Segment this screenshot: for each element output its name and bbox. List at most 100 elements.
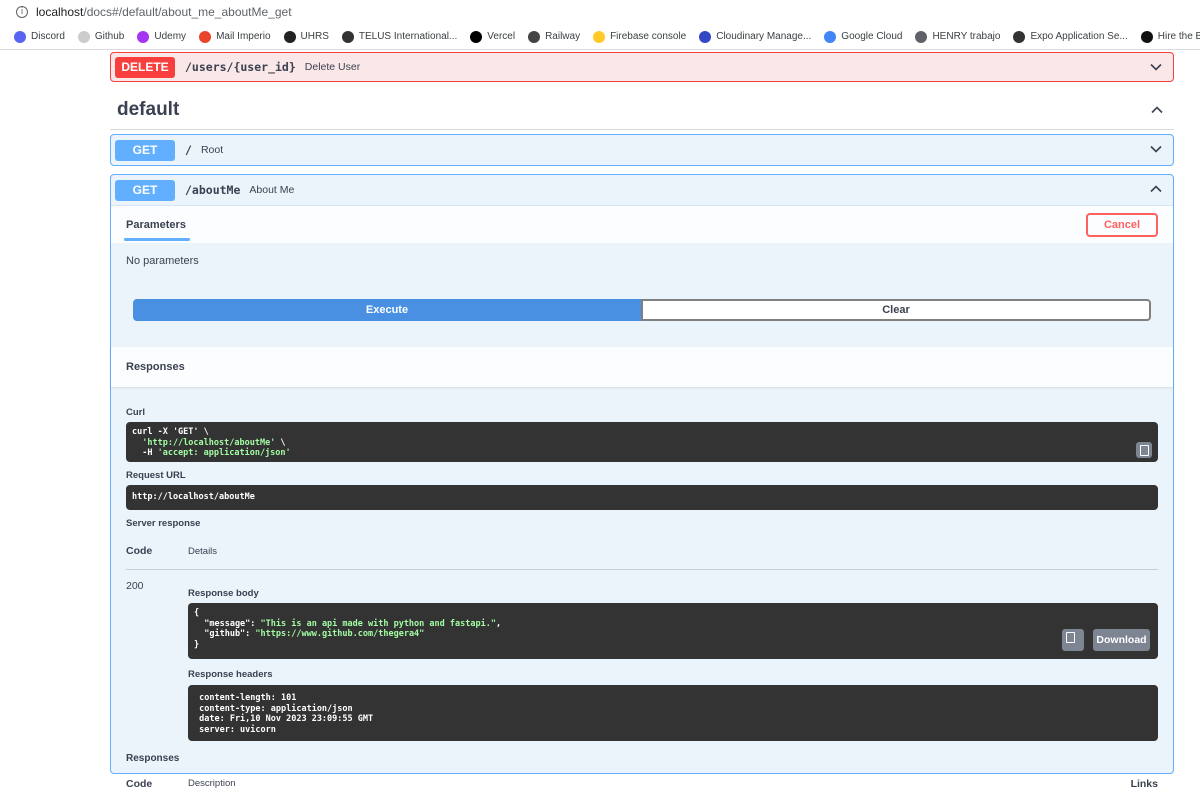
mail-icon xyxy=(199,30,212,43)
bookmark-item[interactable]: Hire the Best LATA... xyxy=(1140,30,1200,43)
bookmark-item[interactable]: Expo Application Se... xyxy=(1013,30,1128,43)
discord-icon xyxy=(14,30,26,43)
curl-label: Curl xyxy=(126,407,145,418)
bookmark-label: Hire the Best LATA... xyxy=(1157,31,1200,42)
code-line: date: Fri,10 Nov 2023 23:09:55 GMT xyxy=(194,714,379,724)
hire-icon xyxy=(1140,30,1153,43)
bookmark-label: UHRS xyxy=(300,31,329,42)
code-line: server: uvicorn xyxy=(194,724,281,735)
code-line: "github": "https://www.github.com/theger… xyxy=(194,629,425,639)
response-details: Response body { "message": "This is an a… xyxy=(188,580,1158,741)
links-column-header: Links xyxy=(1130,778,1158,790)
railway-icon xyxy=(528,30,541,43)
api-icon xyxy=(824,30,837,43)
request-url-code: http://localhost/aboutMe xyxy=(126,485,1158,510)
server-response-label: Server response xyxy=(126,518,201,529)
url-host: localhost xyxy=(36,5,84,19)
bookmark-label: TELUS International... xyxy=(358,31,458,42)
uhrs-icon xyxy=(283,30,296,43)
bookmarks-bar: Discord Github Udemy Mail Imperio UHRS TELUS … xyxy=(0,24,1200,50)
copy-icon[interactable] xyxy=(1062,629,1084,651)
chevron-down-icon[interactable] xyxy=(1149,142,1163,156)
bookmark-label: Railway xyxy=(545,31,581,42)
code-line: content-type: application/json xyxy=(194,703,358,714)
code-line: curl -X 'GET' \ xyxy=(132,427,209,437)
opblock-summary[interactable]: GET /aboutMe About Me xyxy=(111,175,1173,205)
endpoint-summary: About Me xyxy=(249,184,295,196)
endpoint-path: /aboutMe xyxy=(185,183,241,197)
code-line: { xyxy=(194,608,200,618)
bookmark-item[interactable]: Vercel xyxy=(470,30,516,43)
github-icon xyxy=(77,30,90,43)
parameters-header: Parameters Cancel xyxy=(111,205,1173,243)
code-column-header: Code xyxy=(126,545,153,557)
bookmark-item[interactable]: Google Cloud xyxy=(824,30,903,43)
method-badge-get: GET xyxy=(115,139,175,161)
download-button[interactable]: Download xyxy=(1093,629,1150,651)
bookmark-item[interactable]: Github xyxy=(77,30,125,43)
details-column-header: Details xyxy=(188,546,218,557)
method-badge-delete: DELETE xyxy=(115,56,175,78)
server-response-table-header: Code Details xyxy=(126,545,1158,570)
udemy-icon xyxy=(137,30,150,43)
tag-section-default[interactable]: default xyxy=(110,90,1174,130)
bookmark-label: Mail Imperio xyxy=(216,31,271,42)
expo-icon xyxy=(1013,30,1026,43)
endpoint-path: /users/{user_id} xyxy=(185,60,296,74)
chevron-up-icon[interactable] xyxy=(1149,182,1163,196)
responses-label: Responses xyxy=(126,753,180,764)
code-column-header: Code xyxy=(126,778,153,790)
clear-button[interactable]: Clear xyxy=(641,299,1151,321)
firebase-icon xyxy=(593,30,606,43)
bookmark-item[interactable]: Cloudinary Manage... xyxy=(699,30,812,43)
bookmark-item[interactable]: Railway xyxy=(528,30,581,43)
response-status-code: 200 xyxy=(126,580,144,592)
cancel-button[interactable]: Cancel xyxy=(1086,212,1158,237)
endpoint-summary: Root xyxy=(200,144,224,156)
opblock-delete-user[interactable]: DELETE /users/{user_id} Delete User xyxy=(110,52,1174,82)
vercel-icon xyxy=(470,30,483,43)
bookmark-item[interactable]: Mail Imperio xyxy=(199,30,271,43)
bookmark-item[interactable]: UHRS xyxy=(283,30,329,43)
opblock-root[interactable]: GET / Root xyxy=(110,134,1174,166)
response-row: 200 Response body { "message": "This is … xyxy=(126,570,1158,741)
responses-table-header: Code Description Links xyxy=(126,778,1158,790)
response-headers-code: content-length: 101 content-type: applic… xyxy=(188,685,1158,741)
tag-title: default xyxy=(117,98,180,120)
endpoint-path: / xyxy=(185,143,192,157)
code-line: 'http://localhost/aboutMe' \ xyxy=(142,437,286,448)
bookmark-label: Vercel xyxy=(487,31,516,42)
description-column-header: Description xyxy=(188,778,236,789)
code-line: -H 'accept: application/json' xyxy=(132,448,291,458)
responses-inner: Curl curl -X 'GET' \ 'http://localhost/a… xyxy=(111,407,1173,790)
execute-button[interactable]: Execute xyxy=(133,299,641,321)
bookmark-label: Expo Application Se... xyxy=(1030,31,1128,42)
search-icon xyxy=(915,30,928,43)
tab-parameters[interactable]: Parameters xyxy=(124,206,190,244)
bookmark-label: HENRY trabajo xyxy=(932,31,1001,42)
code-line: "message": "This is an api made with pyt… xyxy=(194,618,502,629)
chevron-up-icon[interactable] xyxy=(1150,103,1164,117)
responses-header: Responses xyxy=(111,347,1173,387)
bookmark-label: Firebase console xyxy=(610,31,687,42)
chevron-down-icon[interactable] xyxy=(1149,60,1163,74)
opblock-about-me: GET /aboutMe About Me Parameters Cancel … xyxy=(110,174,1174,790)
bookmark-item[interactable]: Firebase console xyxy=(593,30,687,43)
code-line: } xyxy=(194,639,200,650)
bookmark-label: Github xyxy=(94,31,125,42)
bookmark-item[interactable]: Udemy xyxy=(137,30,187,43)
bookmark-label: Discord xyxy=(31,31,65,42)
response-body-code: { "message": "This is an api made with p… xyxy=(188,603,1158,659)
cloudinary-icon xyxy=(699,30,712,43)
address-bar[interactable]: i localhost/docs#/default/about_me_about… xyxy=(0,0,1200,24)
bookmark-label: Cloudinary Manage... xyxy=(716,31,812,42)
bookmark-item[interactable]: TELUS International... xyxy=(341,30,458,43)
bookmark-label: Google Cloud xyxy=(841,31,903,42)
bookmark-label: Udemy xyxy=(154,31,187,42)
copy-icon[interactable] xyxy=(1136,442,1152,458)
bookmark-item[interactable]: Discord xyxy=(14,30,65,43)
swagger-content: DELETE /users/{user_id} Delete User defa… xyxy=(110,52,1174,790)
bookmark-item[interactable]: HENRY trabajo xyxy=(915,30,1001,43)
endpoint-summary: Delete User xyxy=(304,61,361,73)
info-icon[interactable]: i xyxy=(16,6,28,18)
